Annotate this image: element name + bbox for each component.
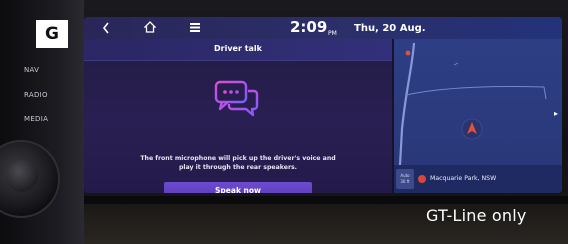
home-icon[interactable] [144,21,156,33]
navigation-map[interactable]: ▸ Auto 30 ft Macquarie Park, NSW [394,39,562,193]
auto-zoom-button[interactable]: Auto 30 ft [396,169,414,189]
side-button-media[interactable]: MEDIA [24,115,48,123]
panel-header: Driver talk [84,39,392,61]
dash-trim [84,196,568,204]
clock-date: Thu, 20 Aug. [354,23,426,34]
description-line-2: play it through the rear speakers. [178,164,298,171]
description-line-1: The front microphone will pick up the dr… [140,155,336,162]
side-button-radio[interactable]: RADIO [24,91,48,99]
current-location: Macquarie Park, NSW [430,175,497,182]
driver-talk-panel: Driver talk The front microphone will pi… [84,39,392,193]
status-bar: 2:09 PM Thu, 20 Aug. [84,17,562,39]
chat-bubbles-icon [214,80,259,117]
location-pin-icon [418,175,426,183]
caption-text: GT-Line only [426,206,527,225]
figure-badge: G [36,20,68,48]
speak-now-button[interactable]: Speak now [164,182,312,193]
volume-knob-cap [6,160,38,192]
menu-icon[interactable] [190,23,200,32]
back-icon[interactable] [102,22,110,34]
map-expand-icon[interactable]: ▸ [554,109,558,118]
description-text: The front microphone will pick up the dr… [98,154,378,172]
panel-title: Driver talk [214,44,262,53]
clock-time: 2:09 [290,18,328,36]
map-roads [398,42,547,165]
auto-zoom-label: Auto [400,173,410,178]
infotainment-screen: 2:09 PM Thu, 20 Aug. Driver talk The fro… [84,17,562,193]
side-button-nav[interactable]: NAV [24,66,39,74]
auto-zoom-scale: 30 ft [400,179,410,184]
